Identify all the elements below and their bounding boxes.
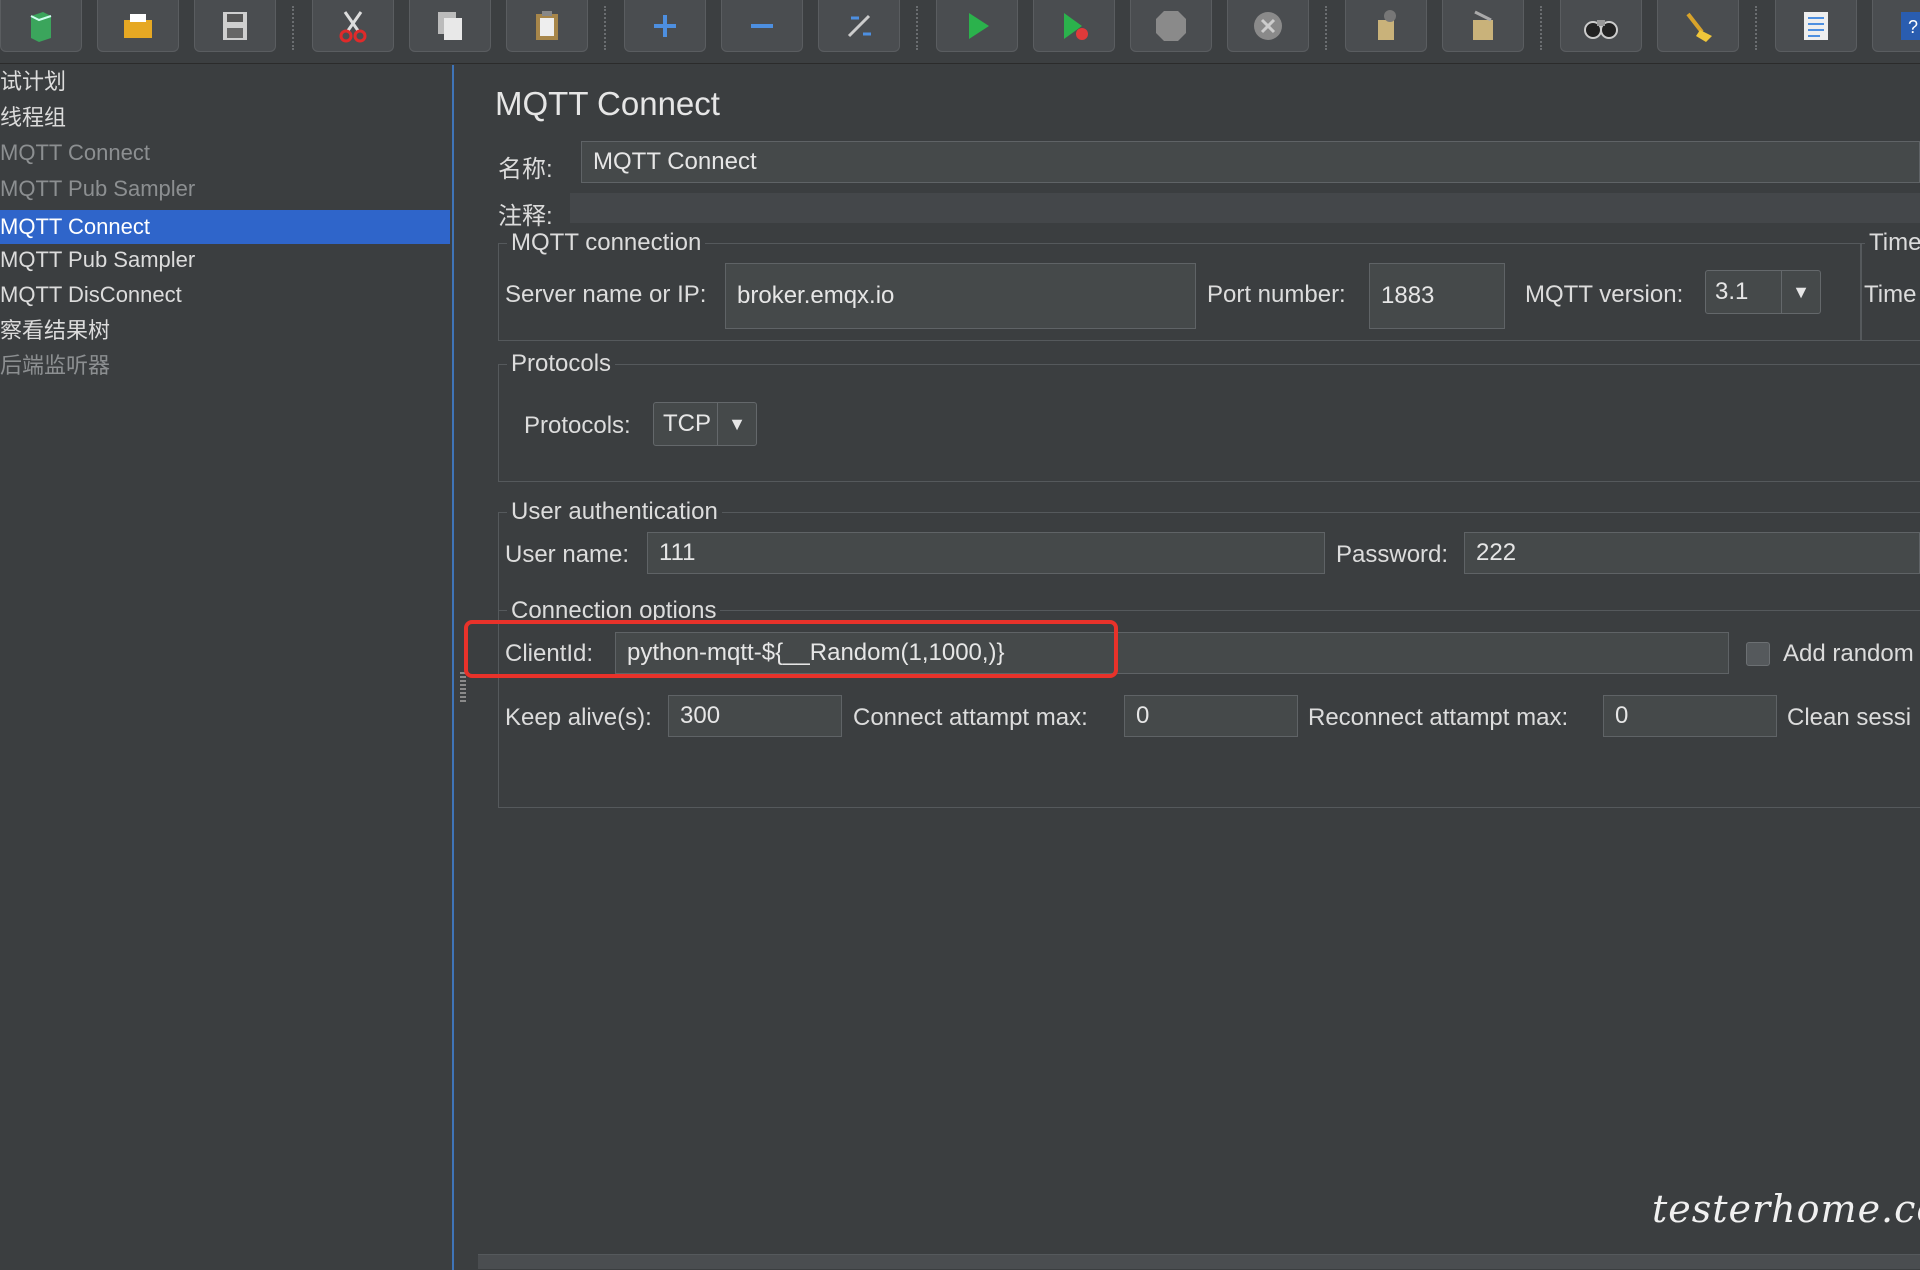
name-label: 名称:	[498, 156, 553, 183]
protocols-label: Protocols:	[524, 412, 631, 439]
open-icon	[124, 13, 152, 38]
search-icon	[1584, 19, 1618, 39]
clear-icon	[1378, 9, 1396, 40]
watermark: testerhome.com	[1652, 1187, 1920, 1231]
server-label: Server name or IP:	[505, 281, 707, 308]
add-random-label: Add random	[1783, 640, 1914, 667]
help-icon: ?	[1901, 11, 1920, 40]
expand-button[interactable]	[624, 0, 706, 52]
add-random-checkbox[interactable]	[1746, 642, 1770, 666]
toggle-button[interactable]	[818, 0, 900, 52]
port-label: Port number:	[1207, 281, 1346, 308]
tree-item[interactable]: 试计划	[0, 65, 66, 99]
stop-icon	[1156, 10, 1186, 41]
name-input[interactable]: MQTT Connect	[581, 141, 1920, 183]
function-helper-button[interactable]	[1775, 0, 1857, 52]
clientid-highlight-box	[464, 620, 1118, 678]
mqtt-connection-group-title: MQTT connection	[507, 229, 706, 257]
reset-search-button[interactable]	[1657, 0, 1739, 52]
tree-item[interactable]: 察看结果树	[0, 314, 110, 348]
chevron-down-icon: ▼	[717, 403, 756, 445]
reset-search-icon	[1686, 12, 1712, 42]
collapse-button[interactable]	[721, 0, 803, 52]
copy-icon	[438, 11, 462, 40]
open-button[interactable]	[97, 0, 179, 52]
reconnect-max-label: Reconnect attampt max:	[1308, 704, 1569, 731]
clean-session-label: Clean sessi	[1787, 704, 1912, 731]
clear-all-button[interactable]	[1442, 0, 1524, 52]
copy-button[interactable]	[409, 0, 491, 52]
toolbar-separator	[604, 6, 606, 50]
timeout-group-title: Time	[1865, 229, 1920, 257]
protocols-value: TCP	[663, 410, 711, 437]
help-button[interactable]: ?	[1872, 0, 1920, 52]
username-input[interactable]: 111	[647, 532, 1325, 574]
tree-item[interactable]: MQTT Pub Sampler	[0, 172, 195, 206]
toolbar-separator	[1755, 6, 1757, 50]
tree-item[interactable]: 线程组	[0, 101, 66, 135]
server-input[interactable]: broker.emqx.io	[725, 263, 1196, 329]
save-button[interactable]	[194, 0, 276, 52]
collapse-icon	[751, 23, 773, 28]
toggle-icon	[847, 14, 871, 37]
version-value: 3.1	[1715, 278, 1749, 305]
start-icon	[969, 12, 989, 39]
paste-button[interactable]	[506, 0, 588, 52]
clear-all-icon	[1473, 10, 1493, 40]
protocols-select[interactable]: TCP ▼	[653, 402, 757, 446]
shutdown-icon	[1254, 11, 1282, 40]
panel-title: MQTT Connect	[495, 85, 720, 122]
splitter-grip[interactable]	[460, 672, 466, 702]
mqtt-connect-panel: MQTT Connect 名称: MQTT Connect 注释: MQTT c…	[464, 65, 1920, 1270]
password-input[interactable]: 222	[1464, 532, 1920, 574]
tree-item[interactable]: 后端监听器	[0, 349, 110, 383]
tree-item[interactable]: MQTT Pub Sampler	[0, 243, 195, 277]
comment-input[interactable]	[570, 193, 1920, 223]
paste-icon	[536, 10, 558, 40]
timeout-label: Time	[1864, 281, 1917, 308]
toolbar-separator	[292, 6, 294, 50]
start-button[interactable]	[936, 0, 1018, 52]
stop-button[interactable]	[1130, 0, 1212, 52]
version-label: MQTT version:	[1525, 281, 1684, 308]
function-helper-icon	[1804, 11, 1828, 40]
new-icon	[30, 11, 52, 42]
clear-button[interactable]	[1345, 0, 1427, 52]
connect-max-label: Connect attampt max:	[853, 704, 1088, 731]
username-label: User name:	[505, 541, 630, 568]
toolbar-separator	[1325, 6, 1327, 50]
connect-max-input[interactable]: 0	[1124, 695, 1298, 737]
horizontal-scrollbar[interactable]	[478, 1254, 1920, 1269]
start-no-pauses-icon	[1064, 12, 1088, 40]
version-select[interactable]: 3.1 ▼	[1705, 270, 1821, 314]
save-icon	[223, 11, 247, 40]
user-authentication-group-title: User authentication	[507, 498, 722, 526]
reconnect-max-input[interactable]: 0	[1603, 695, 1777, 737]
toolbar-separator	[1540, 6, 1542, 50]
keepalive-input[interactable]: 300	[668, 695, 842, 737]
protocols-group-title: Protocols	[507, 350, 616, 378]
tree-item[interactable]: MQTT DisConnect	[0, 278, 182, 312]
shutdown-button[interactable]	[1227, 0, 1309, 52]
keepalive-label: Keep alive(s):	[505, 704, 652, 731]
start-no-pauses-button[interactable]	[1033, 0, 1115, 52]
port-input[interactable]: 1883	[1369, 263, 1505, 329]
expand-icon	[654, 14, 676, 37]
toolbar: ?	[0, 0, 1920, 64]
cut-icon	[339, 10, 367, 42]
search-button[interactable]	[1560, 0, 1642, 52]
cut-button[interactable]	[312, 0, 394, 52]
comment-label: 注释:	[498, 203, 553, 230]
test-plan-tree: 试计划 线程组 MQTT Connect MQTT Pub Sampler MQ…	[0, 65, 454, 1270]
tree-item-selected[interactable]: MQTT Connect	[0, 210, 450, 244]
tree-item[interactable]: MQTT Connect	[0, 136, 150, 170]
new-button[interactable]	[0, 0, 82, 52]
password-label: Password:	[1336, 541, 1449, 568]
svg-text:?: ?	[1908, 17, 1918, 37]
toolbar-separator	[916, 6, 918, 50]
chevron-down-icon: ▼	[1781, 271, 1820, 313]
